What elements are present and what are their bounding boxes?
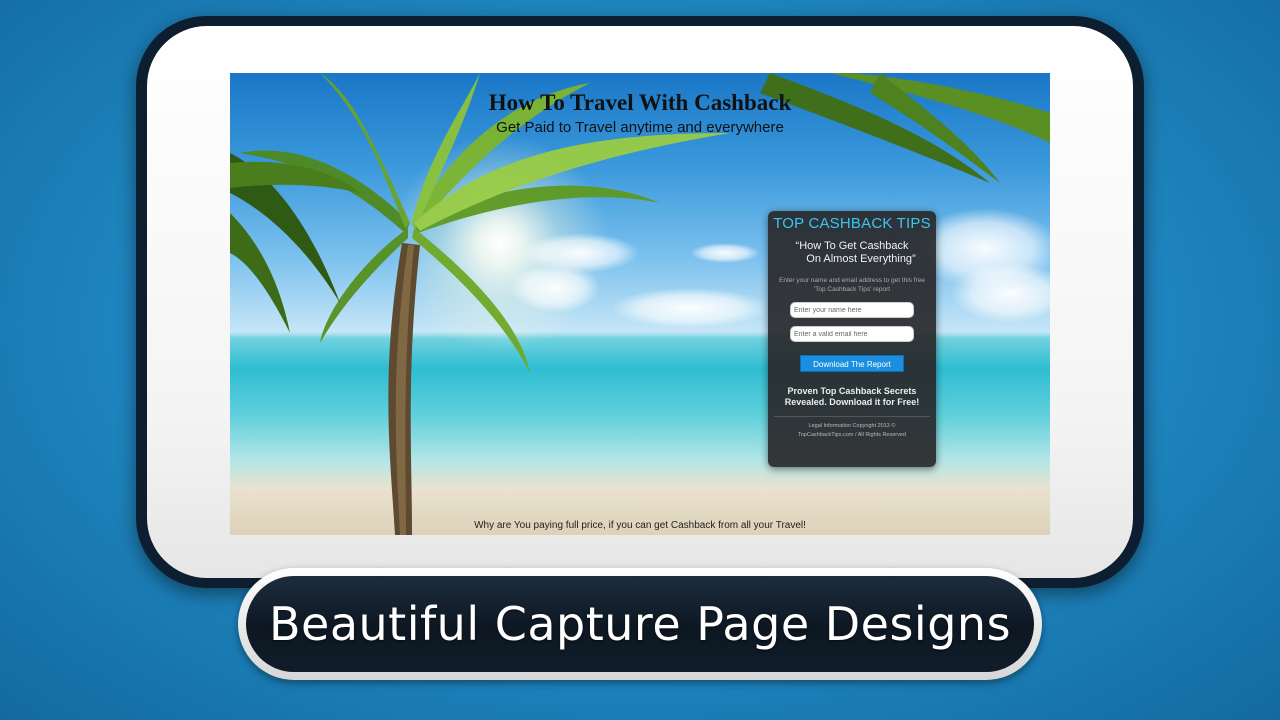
optin-hook-line2: On Almost Everything” — [806, 253, 916, 265]
optin-promo-line1: Proven Top Cashback Secrets — [787, 386, 917, 396]
optin-promo: Proven Top Cashback Secrets Revealed. Do… — [768, 386, 936, 408]
optin-hook: “How To Get Cashback On Almost Everythin… — [768, 240, 936, 266]
optin-divider — [774, 416, 930, 417]
capture-page-preview: How To Travel With Cashback Get Paid to … — [230, 73, 1050, 535]
page-subtitle: Get Paid to Travel anytime and everywher… — [496, 119, 784, 136]
name-input[interactable] — [790, 302, 914, 318]
optin-form-box: TOP CASHBACK TIPS “How To Get Cashback O… — [768, 211, 936, 467]
optin-heading: TOP CASHBACK TIPS — [773, 215, 931, 232]
legal-line1: Legal Information Copyright 2013 © — [808, 423, 896, 429]
optin-hook-line1: “How To Get Cashback — [795, 240, 909, 252]
caption-text: Beautiful Capture Page Designs — [268, 597, 1012, 651]
optin-legal: Legal Information Copyright 2013 © TopCa… — [768, 422, 936, 440]
optin-instructions: Enter your name and email address to get… — [779, 277, 925, 293]
optin-promo-line2: Revealed. Download it for Free! — [784, 397, 920, 407]
caption-banner-inner: Beautiful Capture Page Designs — [246, 576, 1034, 672]
download-report-button[interactable]: Download The Report — [800, 355, 904, 372]
email-input[interactable] — [790, 326, 914, 342]
page-footer: Why are You paying full price, if you ca… — [474, 520, 806, 531]
page-title: How To Travel With Cashback — [488, 90, 792, 115]
caption-banner: Beautiful Capture Page Designs — [238, 568, 1042, 680]
legal-line2: TopCashbackTips.com / All Rights Reserve… — [797, 432, 906, 438]
